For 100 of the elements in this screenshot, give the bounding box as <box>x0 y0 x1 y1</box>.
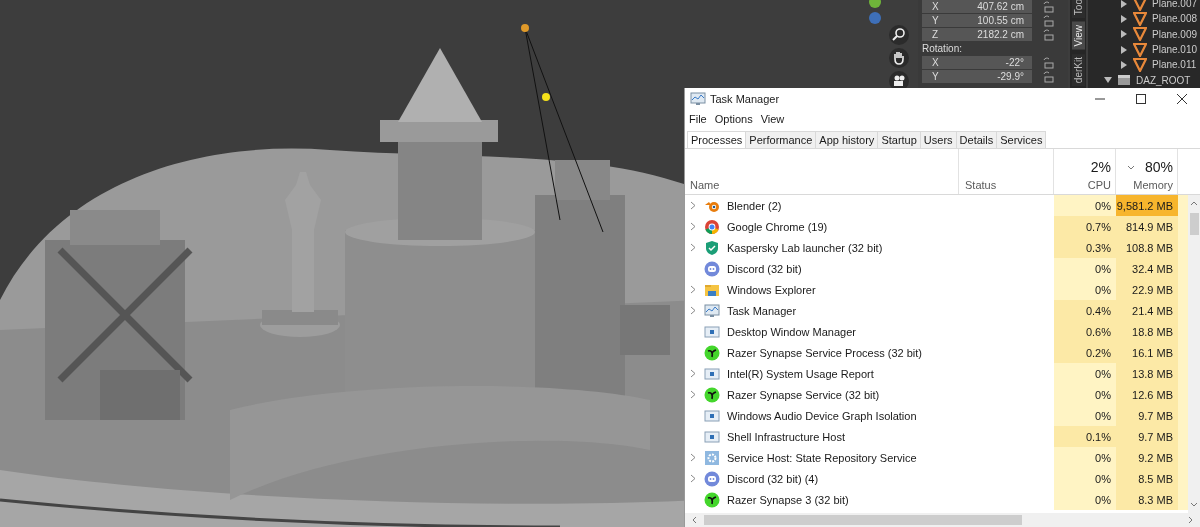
outliner-item[interactable]: DAZ_ROOT <box>1136 74 1191 86</box>
expand-triangle-icon[interactable] <box>1120 0 1128 8</box>
sidebar-tab[interactable]: derKit <box>1071 53 1085 86</box>
tab[interactable]: Details <box>955 131 998 148</box>
cpu-cell: 0.4% <box>1054 300 1116 321</box>
chevron-icon[interactable] <box>690 201 696 210</box>
lock-icon[interactable] <box>1042 70 1054 83</box>
column-header[interactable]: Memory <box>1133 179 1173 191</box>
memory-cell: 9.7 MB <box>1116 426 1178 447</box>
expand-triangle-icon[interactable] <box>1120 45 1128 54</box>
expand-triangle-icon[interactable] <box>1120 60 1128 69</box>
process-name[interactable]: Blender (2) <box>727 199 782 212</box>
scroll-up-icon[interactable] <box>1188 199 1200 207</box>
chevron-icon[interactable] <box>690 453 696 462</box>
scrollbar-thumb[interactable] <box>704 515 1022 525</box>
chevron-icon[interactable] <box>690 222 696 231</box>
mesh-triangle-icon <box>1133 57 1147 72</box>
cpu-cell: 0% <box>1054 258 1116 279</box>
sidebar-tab[interactable]: View <box>1071 22 1085 50</box>
menu-item[interactable]: Options <box>714 113 753 125</box>
chevron-icon[interactable] <box>690 306 696 315</box>
cpu-cell: 0% <box>1054 279 1116 300</box>
column-header[interactable]: Status <box>965 179 997 191</box>
tab[interactable]: App history <box>815 131 879 148</box>
rotation-field[interactable]: X -22° <box>922 56 1032 69</box>
lock-icon[interactable] <box>1042 56 1054 69</box>
memory-cell: 9.2 MB <box>1116 447 1178 468</box>
tab[interactable]: Processes <box>687 131 747 148</box>
process-name[interactable]: Desktop Window Manager <box>727 325 856 338</box>
chevron-icon[interactable] <box>690 369 696 378</box>
tab[interactable]: Performance <box>745 131 817 148</box>
process-name[interactable]: Service Host: State Repository Service <box>727 451 917 464</box>
mesh-triangle-icon <box>1133 12 1147 26</box>
scrollbar-thumb[interactable] <box>1189 213 1199 235</box>
memory-cell: 8.5 MB <box>1116 468 1178 489</box>
location-field[interactable]: Y 100.55 cm <box>922 14 1032 27</box>
memory-cell: 16.1 MB <box>1116 342 1178 363</box>
outliner-item[interactable]: Plane.008 <box>1152 13 1198 25</box>
process-name[interactable]: Windows Audio Device Graph Isolation <box>727 409 917 422</box>
chevron-icon[interactable] <box>690 474 696 483</box>
lock-icon[interactable] <box>1042 14 1054 27</box>
memory-cell: 8.3 MB <box>1116 489 1178 510</box>
cpu-cell: 0% <box>1054 195 1116 216</box>
process-name[interactable]: Razer Synapse Service Process (32 bit) <box>727 346 923 359</box>
chevron-icon[interactable] <box>690 243 696 252</box>
mesh-triangle-icon <box>1133 0 1147 11</box>
vertical-scrollbar[interactable] <box>1188 195 1200 513</box>
shield-icon <box>704 239 720 256</box>
tab[interactable]: Users <box>919 131 957 148</box>
cpu-cell: 0.3% <box>1054 237 1116 258</box>
chevron-icon[interactable] <box>690 285 696 294</box>
expand-triangle-icon[interactable] <box>1104 76 1112 85</box>
blank-cell <box>1178 195 1188 216</box>
memory-cell: 108.8 MB <box>1116 237 1178 258</box>
outliner-item[interactable]: Plane.009 <box>1152 28 1198 40</box>
window-title: Task Manager <box>710 93 780 105</box>
outliner-item[interactable]: Plane.010 <box>1152 44 1198 56</box>
column-header[interactable]: CPU <box>1087 179 1111 191</box>
process-name[interactable]: Task Manager <box>727 304 797 317</box>
window-icon <box>704 428 720 445</box>
scroll-down-icon[interactable] <box>1188 501 1200 509</box>
process-name[interactable]: Razer Synapse Service (32 bit) <box>727 388 880 401</box>
horizontal-scrollbar[interactable] <box>685 513 1200 527</box>
menu-item[interactable]: View <box>760 113 785 125</box>
process-name[interactable]: Shell Infrastructure Host <box>727 430 845 443</box>
process-name[interactable]: Razer Synapse 3 (32 bit) <box>727 493 849 506</box>
cpu-cell: 0.7% <box>1054 216 1116 237</box>
zoom-icon[interactable] <box>889 25 909 45</box>
process-name[interactable]: Discord (32 bit) <box>727 262 802 275</box>
process-name[interactable]: Kaspersky Lab launcher (32 bit) <box>727 241 883 254</box>
outliner-item[interactable]: Plane.011 <box>1152 59 1197 71</box>
expand-triangle-icon[interactable] <box>1120 30 1128 39</box>
outliner-item[interactable]: Plane.007 <box>1152 0 1198 10</box>
monitor-chart-icon <box>704 302 720 319</box>
cpu-cell: 0% <box>1054 405 1116 426</box>
cpu-cell: 0% <box>1054 384 1116 405</box>
process-name[interactable]: Windows Explorer <box>727 283 816 296</box>
process-name[interactable]: Google Chrome (19) <box>727 220 828 233</box>
process-name[interactable]: Discord (32 bit) (4) <box>727 472 819 485</box>
rotation-field[interactable]: Y -29.9° <box>922 70 1032 83</box>
memory-cell: 9.7 MB <box>1116 405 1178 426</box>
gizmo-circle-icon[interactable] <box>869 12 881 24</box>
location-field[interactable]: X 407.62 cm <box>922 0 1032 13</box>
chevron-icon[interactable] <box>690 390 696 399</box>
cpu-cell: 0% <box>1054 447 1116 468</box>
location-field[interactable]: Z 2182.2 cm <box>922 28 1032 41</box>
lock-icon[interactable] <box>1042 28 1054 41</box>
expand-triangle-icon[interactable] <box>1120 15 1128 23</box>
tab[interactable]: Services <box>996 131 1047 148</box>
lock-icon[interactable] <box>1042 0 1054 13</box>
blank-cell <box>1178 489 1188 510</box>
browser-logo-icon <box>704 218 720 235</box>
menu-item[interactable]: File <box>689 113 707 125</box>
cpu-cell: 0.2% <box>1054 342 1116 363</box>
tab[interactable]: Startup <box>877 131 921 148</box>
column-header[interactable]: Name <box>690 179 720 191</box>
process-name[interactable]: Intel(R) System Usage Report <box>727 367 874 380</box>
cpu-total: 2% <box>1090 159 1111 175</box>
claw-logo-icon <box>704 491 720 508</box>
hand-icon[interactable] <box>889 48 909 68</box>
